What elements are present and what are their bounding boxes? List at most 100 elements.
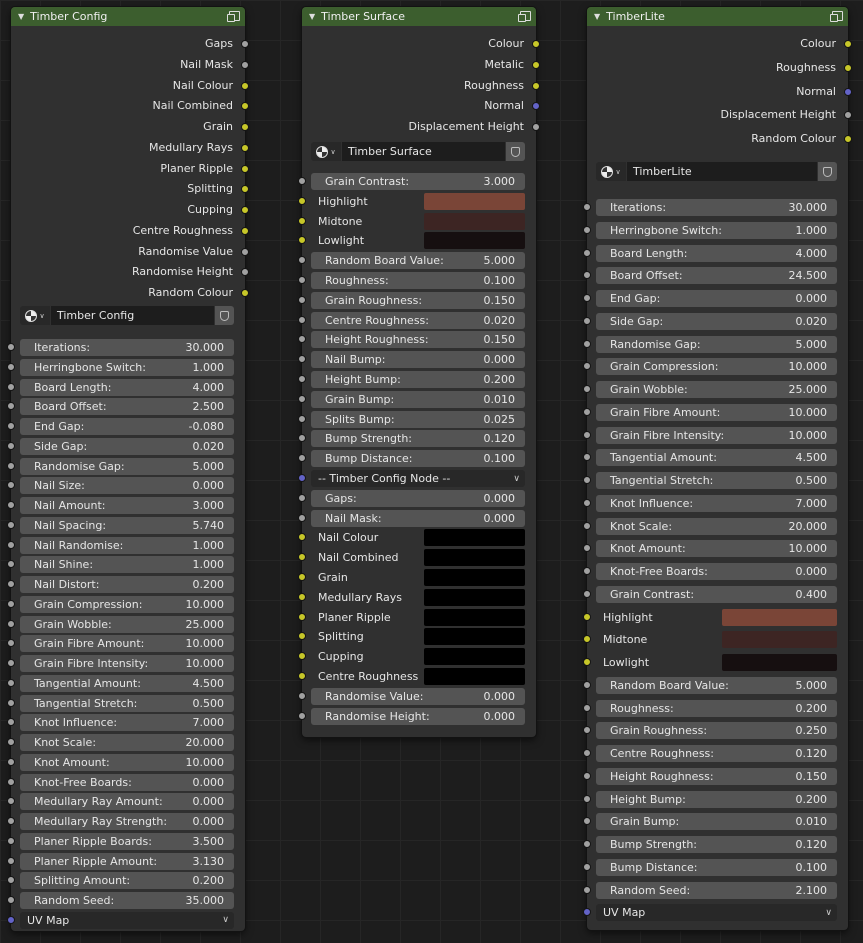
field-randomise-gap[interactable]: Randomise Gap: 5.000 [596, 335, 837, 353]
output-socket-nail-combined[interactable] [241, 102, 249, 111]
field-knot-scale[interactable]: Knot Scale: 20.000 [20, 734, 234, 751]
color-swatch-highlight[interactable] [424, 192, 525, 210]
field-height-bump[interactable]: Height Bump: 0.200 [596, 790, 837, 808]
field-grain-roughness[interactable]: Grain Roughness: 0.250 [596, 722, 837, 740]
timber-surface-node[interactable]: ▼ Timber Surface Colour Metalic Roughness Nor… [298, 7, 540, 737]
output-socket-random-colour[interactable] [241, 289, 249, 297]
input-socket-uv-map[interactable] [7, 915, 15, 924]
input-socket-splitting-amount[interactable] [7, 876, 15, 885]
input-socket-grain-contrast[interactable] [583, 589, 591, 598]
field-grain-bump[interactable]: Grain Bump: 0.010 [596, 813, 837, 831]
collapse-triangle-icon[interactable]: ▼ [309, 12, 315, 21]
field-knot-influence[interactable]: Knot Influence: 7.000 [596, 494, 837, 512]
input-socket-roughness[interactable] [583, 703, 591, 712]
color-swatch-grain[interactable] [424, 569, 525, 586]
timberlite-node[interactable]: ▼ TimberLite Colour Roughness Normal Displace… [583, 7, 852, 930]
node-group-name-field[interactable]: Timber Surface [342, 142, 505, 161]
input-socket-grain-bump[interactable] [583, 817, 591, 826]
input-socket-height-roughness[interactable] [583, 771, 591, 780]
input-socket-knot-influence[interactable] [583, 498, 591, 507]
field-board-length[interactable]: Board Length: 4.000 [596, 244, 837, 262]
field-side-gap[interactable]: Side Gap: 0.020 [596, 312, 837, 330]
color-swatch-midtone[interactable] [722, 631, 837, 649]
input-socket-height-bump[interactable] [583, 794, 591, 803]
input-socket-grain[interactable] [298, 573, 306, 581]
input-socket-nail-distort[interactable] [7, 580, 15, 588]
field-randomise-value[interactable]: Randomise Value: 0.000 [311, 687, 525, 705]
input-socket-midtone[interactable] [583, 635, 591, 644]
input-socket-nail-combined[interactable] [298, 553, 306, 562]
output-socket-metalic[interactable] [532, 60, 540, 69]
output-socket-roughness[interactable] [532, 81, 540, 90]
output-socket-randomise-value[interactable] [241, 247, 249, 256]
field-grain-compression[interactable]: Grain Compression: 10.000 [20, 595, 234, 613]
input-socket-end-gap[interactable] [583, 294, 591, 302]
input-socket-tangential-stretch[interactable] [7, 698, 15, 707]
input-socket-board-length[interactable] [7, 382, 15, 391]
input-socket-centre-roughness[interactable] [298, 672, 306, 680]
output-socket-gaps[interactable] [241, 40, 249, 48]
output-socket-medullary-rays[interactable] [241, 143, 249, 152]
field-tangential-amount[interactable]: Tangential Amount: 4.500 [596, 449, 837, 467]
field-nail-amount[interactable]: Nail Amount: 3.000 [20, 497, 234, 514]
field-nail-spacing[interactable]: Nail Spacing: 5.740 [20, 516, 234, 534]
field-roughness[interactable]: Roughness: 0.100 [311, 272, 525, 289]
field-planer-ripple-boards[interactable]: Planer Ripple Boards: 3.500 [20, 832, 234, 850]
field-grain-contrast[interactable]: Grain Contrast: 3.000 [311, 173, 525, 190]
input-socket-bump-distance[interactable] [298, 454, 306, 463]
field-grain-compression[interactable]: Grain Compression: 10.000 [596, 358, 837, 376]
input-socket-nail-amount[interactable] [7, 501, 15, 509]
field-medullary-ray-amount[interactable]: Medullary Ray Amount: 0.000 [20, 793, 234, 811]
field-knot-influence[interactable]: Knot Influence: 7.000 [20, 714, 234, 732]
input-socket-random-seed[interactable] [583, 885, 591, 894]
input-socket-grain-bump[interactable] [298, 394, 306, 403]
color-swatch-cupping[interactable] [424, 648, 525, 666]
node-header[interactable]: ▼ TimberLite [587, 7, 848, 26]
dropdown-timber-config-node[interactable]: -- Timber Config Node -- ∨ [311, 470, 525, 487]
input-socket-randomise-height[interactable] [298, 711, 306, 720]
field-iterations[interactable]: Iterations: 30.000 [20, 339, 234, 356]
input-socket-nail-randomise[interactable] [7, 540, 15, 549]
input-socket-board-offset[interactable] [583, 271, 591, 280]
field-grain-fibre-amount[interactable]: Grain Fibre Amount: 10.000 [20, 635, 234, 653]
input-socket-randomise-gap[interactable] [583, 339, 591, 348]
input-socket-side-gap[interactable] [583, 316, 591, 325]
field-knot-amount[interactable]: Knot Amount: 10.000 [20, 753, 234, 771]
input-socket-grain-fibre-intensity[interactable] [583, 430, 591, 439]
output-socket-nail-colour[interactable] [241, 81, 249, 90]
output-socket-colour[interactable] [844, 40, 852, 48]
field-side-gap[interactable]: Side Gap: 0.020 [20, 437, 234, 455]
field-knot-free-boards[interactable]: Knot-Free Boards: 0.000 [596, 563, 837, 580]
field-bump-strength[interactable]: Bump Strength: 0.120 [596, 836, 837, 853]
field-board-length[interactable]: Board Length: 4.000 [20, 378, 234, 396]
dropdown-uv-map[interactable]: UV Map ∨ [596, 904, 837, 922]
color-swatch-medullary-rays[interactable] [424, 588, 525, 606]
collapse-triangle-icon[interactable]: ▼ [18, 12, 24, 21]
input-socket-grain-wobble[interactable] [583, 385, 591, 393]
node-header[interactable]: ▼ Timber Surface [302, 7, 536, 26]
output-socket-displacement-height[interactable] [844, 111, 852, 120]
input-socket-knot-amount[interactable] [583, 544, 591, 553]
output-socket-randomise-height[interactable] [241, 268, 249, 277]
field-nail-randomise[interactable]: Nail Randomise: 1.000 [20, 536, 234, 554]
field-nail-shine[interactable]: Nail Shine: 1.000 [20, 556, 234, 574]
field-tangential-stretch[interactable]: Tangential Stretch: 0.500 [596, 472, 837, 489]
input-socket-nail-spacing[interactable] [7, 520, 15, 529]
field-end-gap[interactable]: End Gap: -0.080 [20, 418, 234, 435]
timber-config-node[interactable]: ▼ Timber Config Gaps Nail Mask Nail Colour Na… [7, 7, 249, 931]
input-socket-knot-scale[interactable] [583, 521, 591, 530]
field-board-offset[interactable]: Board Offset: 2.500 [20, 398, 234, 416]
input-socket-knot-influence[interactable] [7, 718, 15, 727]
field-height-bump[interactable]: Height Bump: 0.200 [311, 371, 525, 388]
input-socket-nail-mask[interactable] [298, 513, 306, 522]
field-knot-amount[interactable]: Knot Amount: 10.000 [596, 540, 837, 558]
field-splitting-amount[interactable]: Splitting Amount: 0.200 [20, 872, 234, 890]
field-height-roughness[interactable]: Height Roughness: 0.150 [311, 331, 525, 349]
color-swatch-centre-roughness[interactable] [424, 668, 525, 685]
input-socket-random-seed[interactable] [7, 896, 15, 904]
collapse-triangle-icon[interactable]: ▼ [594, 12, 600, 21]
node-group-name-field[interactable]: TimberLite [627, 162, 817, 181]
output-socket-grain[interactable] [241, 123, 249, 131]
output-socket-cupping[interactable] [241, 206, 249, 214]
input-socket-midtone[interactable] [298, 216, 306, 225]
